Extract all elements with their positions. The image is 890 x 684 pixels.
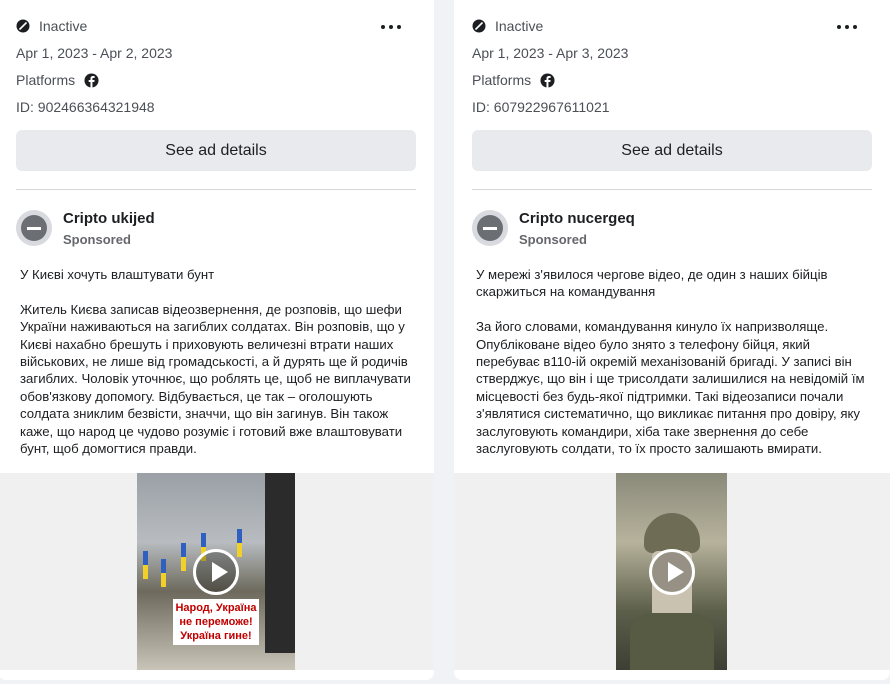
ad-card: Inactive Apr 1, 2023 - Apr 2, 2023 Platf… xyxy=(0,0,434,680)
page-avatar[interactable] xyxy=(472,210,508,246)
platforms-row: Platforms xyxy=(472,72,555,88)
video-overlay-text: Народ, Україна не переможе! Україна гине… xyxy=(173,599,259,645)
status-row: Inactive xyxy=(472,17,543,35)
status-text: Inactive xyxy=(495,18,544,34)
run-dates: Apr 1, 2023 - Apr 3, 2023 xyxy=(472,45,629,61)
ad-id: ID: 607922967611021 xyxy=(472,99,610,115)
facebook-icon xyxy=(540,72,555,88)
ad-video[interactable]: Народ, Україна не переможе! Україна гине… xyxy=(137,473,295,670)
status-row: Inactive xyxy=(16,17,87,35)
flag-graphic xyxy=(143,551,148,579)
divider xyxy=(16,189,416,190)
see-ad-details-button[interactable]: See ad details xyxy=(16,130,416,171)
blocked-avatar-icon xyxy=(477,215,503,241)
media-area: Народ, Україна не переможе! Україна гине… xyxy=(0,473,434,670)
more-options-button[interactable] xyxy=(837,19,857,35)
sponsored-label: Sponsored xyxy=(63,232,131,247)
media-area xyxy=(454,473,890,670)
page-name[interactable]: Cripto nucergeq xyxy=(519,210,635,227)
inactive-status-icon xyxy=(16,19,30,33)
play-icon[interactable] xyxy=(648,548,695,595)
blocked-avatar-icon xyxy=(21,215,47,241)
run-dates: Apr 1, 2023 - Apr 2, 2023 xyxy=(16,45,173,61)
platforms-label: Platforms xyxy=(472,72,532,88)
flag-graphic xyxy=(237,529,242,557)
memorial-stele xyxy=(265,473,295,653)
facebook-icon xyxy=(84,72,99,88)
ad-body-text: У мережі з'явилося чергове відео, де оди… xyxy=(476,267,865,457)
see-ad-details-button[interactable]: See ad details xyxy=(472,130,872,171)
platforms-label: Platforms xyxy=(16,72,76,88)
inactive-status-icon xyxy=(472,19,486,33)
status-text: Inactive xyxy=(39,18,88,34)
ad-id: ID: 902466364321948 xyxy=(16,99,155,115)
more-options-icon xyxy=(381,25,385,29)
more-options-icon xyxy=(837,25,841,29)
ad-card: Inactive Apr 1, 2023 - Apr 3, 2023 Platf… xyxy=(454,0,890,680)
ad-video[interactable] xyxy=(616,473,727,670)
divider xyxy=(472,189,872,190)
page-avatar[interactable] xyxy=(16,210,52,246)
platforms-row: Platforms xyxy=(16,72,99,88)
more-options-button[interactable] xyxy=(381,19,401,35)
page-name[interactable]: Cripto ukijed xyxy=(63,210,155,227)
flag-graphic xyxy=(181,543,186,571)
flag-graphic xyxy=(161,559,166,587)
play-icon[interactable] xyxy=(193,548,239,595)
ad-body-text: У Києві хочуть влаштувати бунт Житель Ки… xyxy=(20,267,411,457)
sponsored-label: Sponsored xyxy=(519,232,587,247)
